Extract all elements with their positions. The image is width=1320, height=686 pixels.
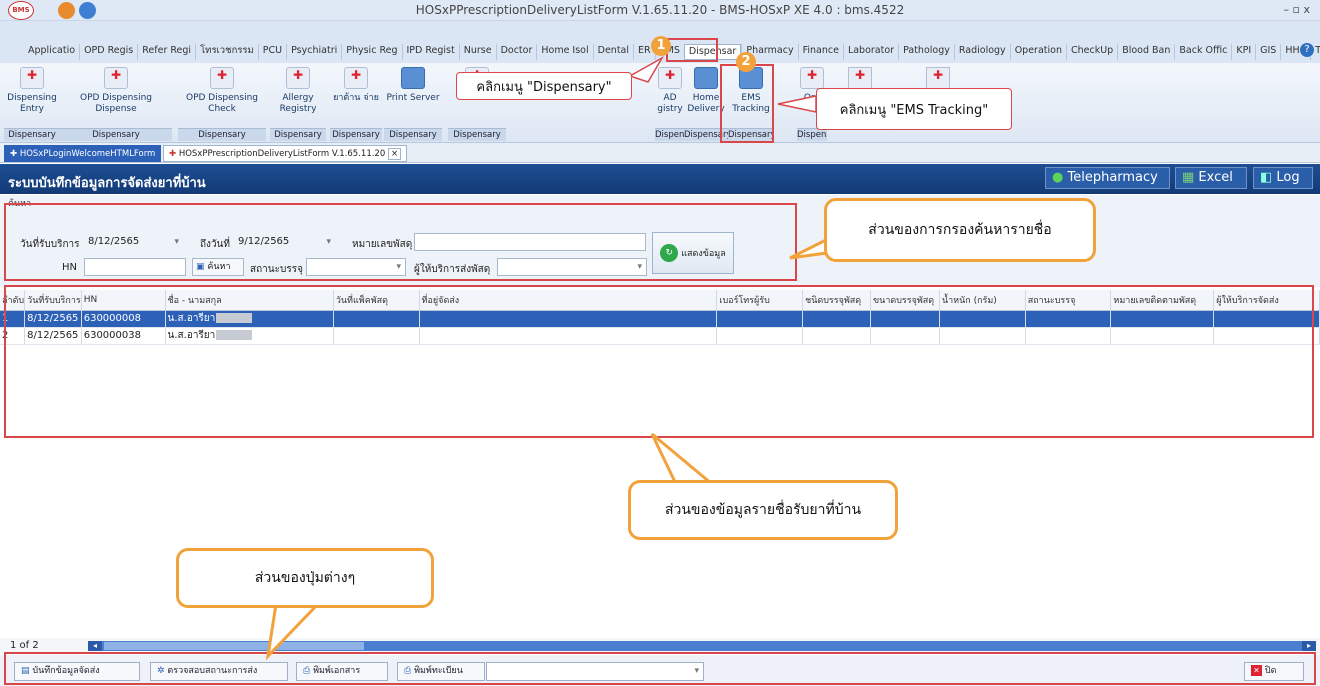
ems-tracking-highlight xyxy=(720,64,774,143)
ribbon-button-label: OPD Dispensing Check xyxy=(186,93,258,114)
excel-button[interactable]: ▦ Excel xyxy=(1175,167,1247,189)
buttons-callout: ส่วนของปุ่มต่างๆ xyxy=(176,548,434,608)
document-icon xyxy=(658,67,682,89)
menu-item-6[interactable]: Physic Reg xyxy=(341,44,401,60)
app-title: HOSxPPrescriptionDeliveryListForm V.1.65… xyxy=(415,3,905,17)
menu-item-9[interactable]: Doctor xyxy=(495,44,537,60)
menu-item-24[interactable]: KPI xyxy=(1231,44,1255,60)
ribbon-button-0[interactable]: Dispensing Entry Dispensary xyxy=(4,63,60,141)
help-icon[interactable]: ? xyxy=(1300,43,1314,57)
menu-item-23[interactable]: Back Offic xyxy=(1174,44,1231,60)
ribbon-button-label: OPD Dispensing Dispense xyxy=(80,93,152,114)
menu-item-7[interactable]: IPD Regist xyxy=(401,44,459,60)
form-header: ระบบบันทึกข้อมูลการจัดส่งยาที่บ้าน ● Tel… xyxy=(0,164,1320,194)
printer-icon xyxy=(694,67,718,89)
ribbon: Dispensing EntryDispensaryOPD Dispensing… xyxy=(0,63,1320,143)
menu-item-10[interactable]: Home Isol xyxy=(536,44,592,60)
ribbon-group-label: Dispensary xyxy=(448,128,506,141)
filter-callout: ส่วนของการกรองค้นหารายชื่อ xyxy=(824,198,1096,262)
document-icon xyxy=(20,67,44,89)
ribbon-group-label: Dispensary xyxy=(655,128,685,141)
document-tabs: ✚ HOSxPLoginWelcomeHTMLForm ✚ HOSxPPresc… xyxy=(0,143,1320,163)
ribbon-extra-icon[interactable]: ✚ xyxy=(848,67,872,89)
scroll-left-icon[interactable]: ◂ xyxy=(88,641,102,651)
document-icon xyxy=(104,67,128,89)
menu-item-3[interactable]: โทรเวชกรรม xyxy=(195,44,258,60)
close-tab-icon[interactable]: × xyxy=(387,148,402,160)
excel-icon: ▦ xyxy=(1182,170,1199,185)
tab-login-welcome[interactable]: ✚ HOSxPLoginWelcomeHTMLForm xyxy=(4,145,162,162)
menu-item-0[interactable]: Applicatio xyxy=(24,44,79,60)
menu-item-17[interactable]: Laborator xyxy=(842,44,898,60)
ribbon-group-label: Dispensary xyxy=(270,128,326,141)
menu-item-20[interactable]: Operation xyxy=(1009,44,1066,60)
document-icon xyxy=(800,67,824,89)
ribbon-button-2[interactable]: OPD Dispensing Check Dispensary xyxy=(178,63,266,141)
scroll-right-icon[interactable]: ▸ xyxy=(1302,641,1316,651)
ribbon-button-label: Allergy Registry xyxy=(279,93,317,114)
ribbon-group-label: Dispensary xyxy=(178,128,266,141)
document-icon xyxy=(344,67,368,89)
step2-callout: คลิกเมนู "EMS Tracking" xyxy=(816,88,1012,130)
scroll-thumb[interactable] xyxy=(104,642,364,650)
grid-section-highlight xyxy=(4,285,1314,438)
form-title: ระบบบันทึกข้อมูลการจัดส่งยาที่บ้าน xyxy=(8,176,206,191)
list-callout: ส่วนของข้อมูลรายชื่อรับยาที่บ้าน xyxy=(628,480,898,540)
ribbon-button-label: Print Server xyxy=(386,93,440,103)
document-icon xyxy=(286,67,310,89)
step1-badge: 1 xyxy=(651,36,671,56)
menu-item-11[interactable]: Dental xyxy=(592,44,633,60)
ribbon-button-label: AD gistry xyxy=(657,93,683,114)
tab-prescription-delivery[interactable]: ✚ HOSxPPrescriptionDeliveryListForm V.1.… xyxy=(163,145,408,162)
list-pointer xyxy=(650,432,717,486)
ribbon-group-label: Dispensary xyxy=(60,128,172,141)
menu-item-16[interactable]: Finance xyxy=(797,44,843,60)
ribbon-group-label: Dispensary xyxy=(4,128,60,141)
page-indicator: 1 of 2 xyxy=(10,640,39,651)
menu-item-1[interactable]: OPD Regis xyxy=(79,44,137,60)
bms-icon: ✚ xyxy=(10,149,20,159)
horizontal-scrollbar[interactable]: ◂ ▸ xyxy=(88,641,1316,651)
menu-item-2[interactable]: Refer Regi xyxy=(137,44,195,60)
ribbon-button-5[interactable]: Print Server Dispensary xyxy=(384,63,442,141)
ribbon-group-label: Dispensary xyxy=(330,128,382,141)
ribbon-button-label: ยาต้าน จ่าย xyxy=(333,93,379,103)
menu-item-8[interactable]: Nurse xyxy=(458,44,496,60)
telepharmacy-icon: ● xyxy=(1052,170,1068,185)
title-bar: BMS HOSxPPrescriptionDeliveryListForm V.… xyxy=(0,0,1320,21)
bms-icon: ✚ xyxy=(169,149,179,159)
printer-icon xyxy=(401,67,425,89)
ribbon-button-label: Dispensing Entry xyxy=(7,93,57,114)
menu-item-5[interactable]: Psychiatri xyxy=(286,44,341,60)
menu-item-18[interactable]: Pathology xyxy=(898,44,954,60)
menu-item-22[interactable]: Blood Ban xyxy=(1117,44,1174,60)
ribbon-button-7[interactable]: AD gistry Dispensary xyxy=(655,63,685,141)
menu-item-21[interactable]: CheckUp xyxy=(1065,44,1117,60)
ribbon-extra-icon[interactable]: ✚ xyxy=(926,67,950,89)
filter-section-highlight xyxy=(4,203,797,281)
ribbon-button-3[interactable]: Allergy Registry Dispensary xyxy=(270,63,326,141)
log-icon: ◧ xyxy=(1260,170,1277,185)
dispensary-menu-highlight xyxy=(666,38,718,62)
ribbon-button-1[interactable]: OPD Dispensing Dispense Dispensary xyxy=(60,63,172,141)
step1-callout: คลิกเมนู "Dispensary" xyxy=(456,72,632,100)
log-button[interactable]: ◧ Log xyxy=(1253,167,1313,189)
ribbon-group-label: Dispensary xyxy=(384,128,442,141)
telepharmacy-button[interactable]: ● Telepharmacy xyxy=(1045,167,1170,189)
menu-item-25[interactable]: GIS xyxy=(1255,44,1280,60)
button-section-highlight xyxy=(4,652,1316,685)
window-controls[interactable]: – ▫ x xyxy=(1284,3,1310,16)
document-icon xyxy=(210,67,234,89)
menu-item-4[interactable]: PCU xyxy=(257,44,286,60)
step2-badge: 2 xyxy=(736,52,756,72)
ribbon-button-4[interactable]: ยาต้าน จ่าย Dispensary xyxy=(330,63,382,141)
menu-item-19[interactable]: Radiology xyxy=(953,44,1010,60)
